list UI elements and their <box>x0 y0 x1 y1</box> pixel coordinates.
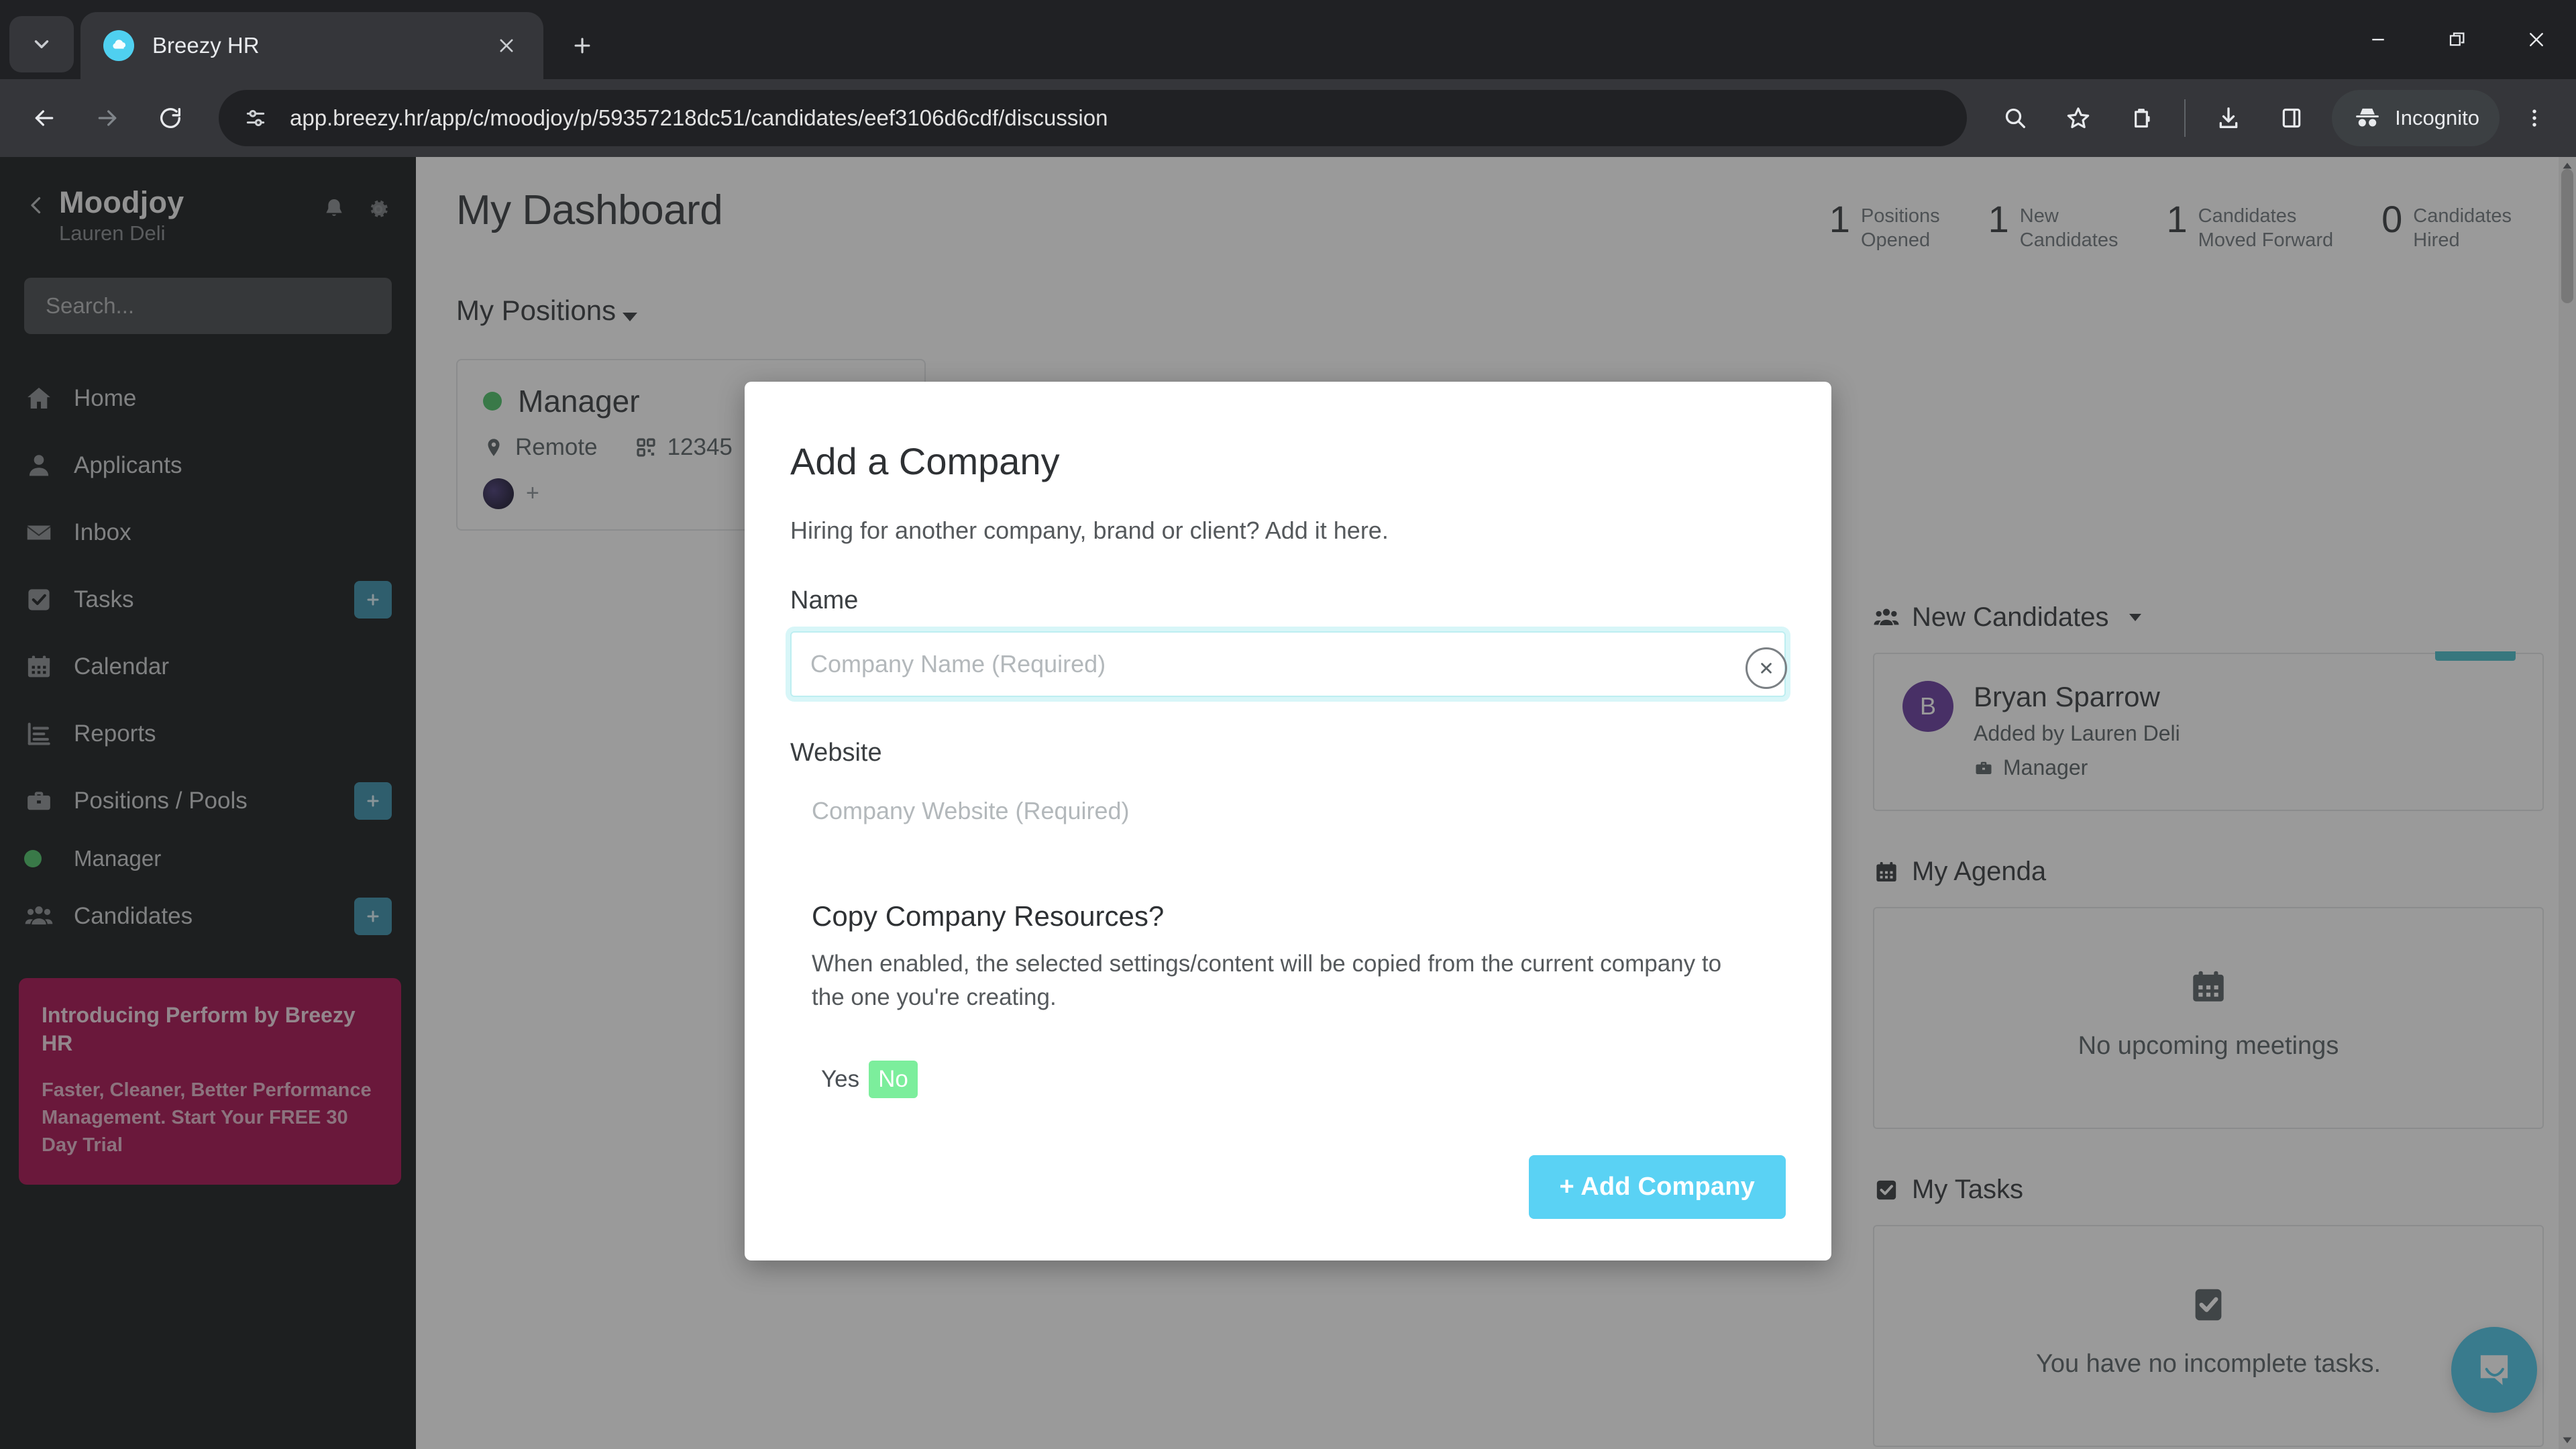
close-icon <box>1761 663 1772 674</box>
downloads-icon <box>2219 107 2238 128</box>
modal-subtitle: Hiring for another company, brand or cli… <box>790 517 1389 544</box>
site-settings-icon[interactable] <box>239 101 272 135</box>
toolbar-divider <box>2184 99 2186 137</box>
company-name-input[interactable] <box>790 631 1786 697</box>
maximize-button[interactable] <box>2418 0 2497 79</box>
cloud-glyph <box>113 40 126 49</box>
minimize-icon <box>2372 38 2384 41</box>
plus-icon <box>574 38 590 54</box>
close-icon <box>2530 33 2543 46</box>
add-company-button[interactable]: + Add Company <box>1528 1155 1786 1219</box>
incognito-label: Incognito <box>2395 106 2479 129</box>
restore-icon <box>2449 32 2465 46</box>
incognito-icon <box>2356 108 2379 127</box>
extensions-button[interactable] <box>2112 89 2171 148</box>
modal-close-button[interactable] <box>1746 647 1787 689</box>
window-controls <box>2339 0 2576 79</box>
browser-toolbar: app.breezy.hr/app/c/moodjoy/p/59357218dc… <box>0 79 2576 157</box>
company-website-input[interactable] <box>790 784 1786 839</box>
website-field-label: Website <box>790 739 882 767</box>
search-icon <box>2006 108 2026 128</box>
incognito-profile-button[interactable]: Incognito <box>2332 90 2500 146</box>
modal-title: Add a Company <box>790 440 1060 482</box>
browser-window: Breezy HR app.breezy.hr/app/c/moodjoy/p/… <box>0 0 2576 1449</box>
web-page: Moodjoy Lauren Deli Search... Home Appli… <box>0 157 2576 1449</box>
modal-footer: + Add Company <box>1528 1155 1786 1219</box>
name-input-wrap <box>790 631 1786 697</box>
extensions-icon <box>2135 109 2150 128</box>
chrome-menu-button[interactable] <box>2508 91 2561 145</box>
cloud-icon <box>103 30 134 61</box>
browser-tab[interactable]: Breezy HR <box>80 12 543 79</box>
back-icon <box>35 110 54 126</box>
close-icon <box>500 39 513 52</box>
tune-icon <box>246 109 265 126</box>
forward-icon <box>98 110 117 126</box>
add-company-modal: Add a Company Hiring for another company… <box>745 382 1831 1260</box>
copy-resources-title: Copy Company Resources? <box>812 900 1165 932</box>
tab-close-button[interactable] <box>488 28 525 64</box>
back-button[interactable] <box>15 89 74 148</box>
copy-resources-description: When enabled, the selected settings/cont… <box>812 951 1722 1010</box>
side-panel-icon <box>2282 108 2301 128</box>
reload-button[interactable] <box>141 89 200 148</box>
minimize-button[interactable] <box>2339 0 2418 79</box>
close-window-button[interactable] <box>2497 0 2576 79</box>
website-input-wrap <box>790 784 1786 839</box>
tab-strip: Breezy HR <box>0 0 2576 79</box>
toggle-option-yes[interactable]: Yes <box>812 1061 869 1098</box>
address-bar[interactable]: app.breezy.hr/app/c/moodjoy/p/59357218dc… <box>219 90 1968 146</box>
side-panel-button[interactable] <box>2262 89 2321 148</box>
toggle-option-no[interactable]: No <box>869 1061 918 1099</box>
downloads-button[interactable] <box>2199 89 2258 148</box>
chrome-menu-icon <box>2532 109 2536 127</box>
copy-resources-toggle[interactable]: Yes No <box>790 1061 1786 1099</box>
bookmark-button[interactable] <box>2049 89 2108 148</box>
forward-button[interactable] <box>78 89 137 148</box>
search-button[interactable] <box>1986 89 2045 148</box>
tab-search-button[interactable] <box>9 16 74 72</box>
chevron-down-icon <box>34 40 49 48</box>
reload-icon <box>160 108 180 128</box>
name-field-label: Name <box>790 586 859 614</box>
new-tab-button[interactable] <box>558 21 606 70</box>
tab-title: Breezy HR <box>152 33 260 58</box>
url-text: app.breezy.hr/app/c/moodjoy/p/59357218dc… <box>290 105 1108 130</box>
bookmark-star-icon <box>2067 107 2090 129</box>
